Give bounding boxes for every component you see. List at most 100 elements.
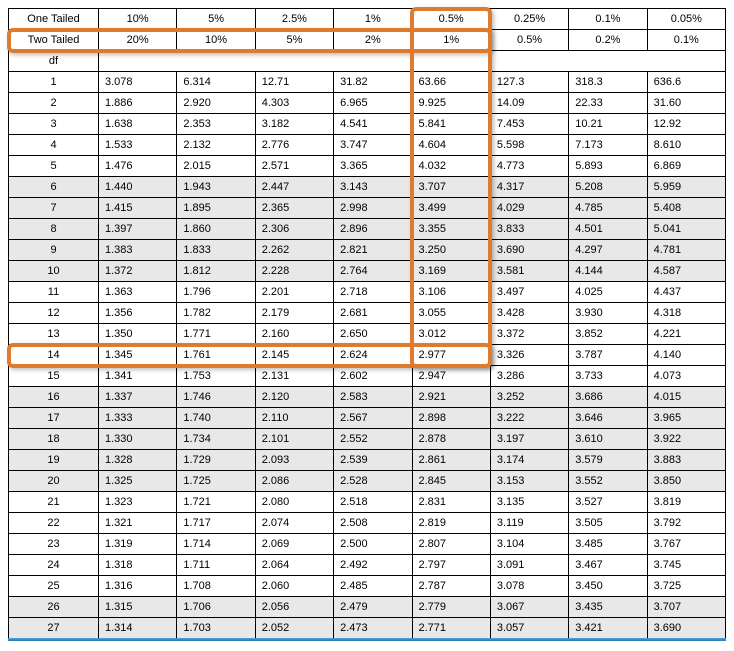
value-cell: 1.319 <box>99 534 177 555</box>
value-cell: 2.064 <box>255 555 333 576</box>
value-cell: 3.646 <box>569 408 647 429</box>
value-cell: 127.3 <box>490 72 568 93</box>
value-cell: 1.397 <box>99 219 177 240</box>
table-row: 21.8862.9204.3036.9659.92514.0922.3331.6… <box>9 93 726 114</box>
value-cell: 3.252 <box>490 387 568 408</box>
value-cell: 10.21 <box>569 114 647 135</box>
table-row: 261.3151.7062.0562.4792.7793.0673.4353.7… <box>9 597 726 618</box>
value-cell: 3.767 <box>647 534 725 555</box>
table-row: 111.3631.7962.2012.7183.1063.4974.0254.4… <box>9 282 726 303</box>
table-row: 61.4401.9432.4473.1433.7074.3175.2085.95… <box>9 177 726 198</box>
table-row: 231.3191.7142.0692.5002.8073.1043.4853.7… <box>9 534 726 555</box>
value-cell: 4.604 <box>412 135 490 156</box>
value-cell: 2.567 <box>334 408 412 429</box>
value-cell: 3.428 <box>490 303 568 324</box>
value-cell: 1.350 <box>99 324 177 345</box>
df-cell: 18 <box>9 429 99 450</box>
value-cell: 2.898 <box>412 408 490 429</box>
table-row: 41.5332.1322.7763.7474.6045.5987.1738.61… <box>9 135 726 156</box>
header-row-df: df <box>9 51 726 72</box>
value-cell: 3.055 <box>412 303 490 324</box>
value-cell: 3.819 <box>647 492 725 513</box>
value-cell: 2.650 <box>334 324 412 345</box>
value-cell: 1.476 <box>99 156 177 177</box>
value-cell: 3.747 <box>334 135 412 156</box>
value-cell: 6.965 <box>334 93 412 114</box>
table-body: 13.0786.31412.7131.8263.66127.3318.3636.… <box>9 72 726 639</box>
value-cell: 2.787 <box>412 576 490 597</box>
value-cell: 5.959 <box>647 177 725 198</box>
value-cell: 2.947 <box>412 366 490 387</box>
value-cell: 3.135 <box>490 492 568 513</box>
df-cell: 1 <box>9 72 99 93</box>
value-cell: 3.326 <box>490 345 568 366</box>
value-cell: 3.733 <box>569 366 647 387</box>
df-cell: 22 <box>9 513 99 534</box>
value-cell: 1.740 <box>177 408 255 429</box>
table-row: 91.3831.8332.2622.8213.2503.6904.2974.78… <box>9 240 726 261</box>
value-cell: 5.893 <box>569 156 647 177</box>
table-row: 71.4151.8952.3652.9983.4994.0294.7855.40… <box>9 198 726 219</box>
empty-header <box>99 51 726 72</box>
value-cell: 1.315 <box>99 597 177 618</box>
value-cell: 2.492 <box>334 555 412 576</box>
df-cell: 17 <box>9 408 99 429</box>
one-tailed-col: 0.25% <box>490 9 568 30</box>
value-cell: 2.447 <box>255 177 333 198</box>
value-cell: 3.686 <box>569 387 647 408</box>
value-cell: 4.144 <box>569 261 647 282</box>
table-row: 221.3211.7172.0742.5082.8193.1193.5053.7… <box>9 513 726 534</box>
value-cell: 2.262 <box>255 240 333 261</box>
value-cell: 1.746 <box>177 387 255 408</box>
value-cell: 3.450 <box>569 576 647 597</box>
value-cell: 3.078 <box>490 576 568 597</box>
value-cell: 3.579 <box>569 450 647 471</box>
value-cell: 6.869 <box>647 156 725 177</box>
value-cell: 1.533 <box>99 135 177 156</box>
value-cell: 2.500 <box>334 534 412 555</box>
value-cell: 2.306 <box>255 219 333 240</box>
value-cell: 2.583 <box>334 387 412 408</box>
value-cell: 3.012 <box>412 324 490 345</box>
value-cell: 3.922 <box>647 429 725 450</box>
value-cell: 1.356 <box>99 303 177 324</box>
df-cell: 24 <box>9 555 99 576</box>
value-cell: 3.250 <box>412 240 490 261</box>
value-cell: 2.528 <box>334 471 412 492</box>
df-cell: 14 <box>9 345 99 366</box>
value-cell: 1.721 <box>177 492 255 513</box>
value-cell: 4.781 <box>647 240 725 261</box>
value-cell: 3.182 <box>255 114 333 135</box>
table-row: 13.0786.31412.7131.8263.66127.3318.3636.… <box>9 72 726 93</box>
value-cell: 2.508 <box>334 513 412 534</box>
value-cell: 2.120 <box>255 387 333 408</box>
table-row: 211.3231.7212.0802.5182.8313.1353.5273.8… <box>9 492 726 513</box>
df-cell: 15 <box>9 366 99 387</box>
value-cell: 4.785 <box>569 198 647 219</box>
two-tailed-col: 5% <box>255 30 333 51</box>
table-row: 81.3971.8602.3062.8963.3553.8334.5015.04… <box>9 219 726 240</box>
value-cell: 2.921 <box>412 387 490 408</box>
value-cell: 4.773 <box>490 156 568 177</box>
table-row: 141.3451.7612.1452.6242.9773.3263.7874.1… <box>9 345 726 366</box>
value-cell: 3.499 <box>412 198 490 219</box>
table-row: 251.3161.7082.0602.4852.7873.0783.4503.7… <box>9 576 726 597</box>
value-cell: 4.437 <box>647 282 725 303</box>
value-cell: 1.638 <box>99 114 177 135</box>
value-cell: 1.372 <box>99 261 177 282</box>
value-cell: 3.707 <box>647 597 725 618</box>
one-tailed-col: 0.5% <box>412 9 490 30</box>
value-cell: 12.92 <box>647 114 725 135</box>
value-cell: 1.725 <box>177 471 255 492</box>
value-cell: 1.753 <box>177 366 255 387</box>
value-cell: 1.782 <box>177 303 255 324</box>
value-cell: 2.797 <box>412 555 490 576</box>
value-cell: 1.761 <box>177 345 255 366</box>
value-cell: 2.179 <box>255 303 333 324</box>
value-cell: 5.208 <box>569 177 647 198</box>
value-cell: 9.925 <box>412 93 490 114</box>
header-row-one-tailed: One Tailed 10% 5% 2.5% 1% 0.5% 0.25% 0.1… <box>9 9 726 30</box>
value-cell: 3.707 <box>412 177 490 198</box>
value-cell: 3.497 <box>490 282 568 303</box>
value-cell: 2.518 <box>334 492 412 513</box>
